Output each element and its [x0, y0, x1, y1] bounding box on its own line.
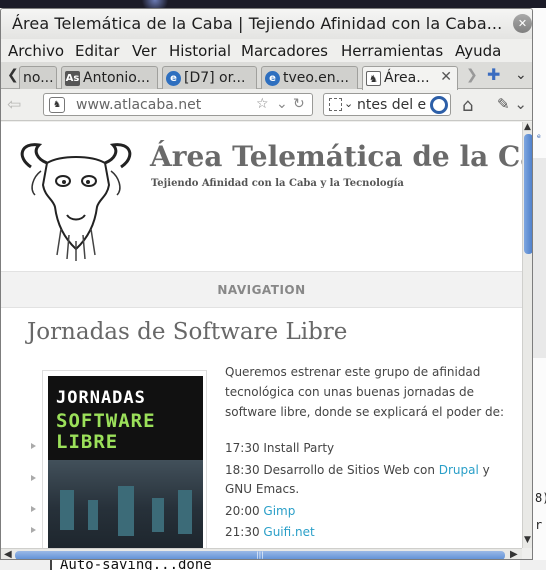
search-go-icon[interactable]: [430, 96, 448, 114]
gnu-head-logo[interactable]: [11, 137, 141, 262]
search-text: ntes del e: [357, 97, 427, 113]
schedule-item: 18:30 Desarrollo de Sitios Web con Drupa…: [225, 463, 490, 477]
tab-scroll-right-icon[interactable]: ❯: [466, 67, 478, 83]
menu-herramientas[interactable]: Herramientas: [341, 42, 443, 60]
browser-window: Área Telemática de la Caba | Tejiendo Af…: [0, 8, 533, 560]
search-bar[interactable]: ⌄ ntes del e: [323, 93, 451, 116]
tab-item[interactable]: e tveo.en...: [261, 66, 358, 89]
tab-label: tveo.en...: [283, 70, 349, 86]
scroll-down-icon[interactable]: ▼: [524, 535, 531, 545]
tab-label: [D7] or...: [184, 70, 246, 86]
tools-icon[interactable]: ✎ ⌄: [497, 95, 527, 113]
new-tab-icon[interactable]: ✚: [487, 65, 500, 84]
url-text: www.atlacaba.net: [76, 97, 202, 113]
poster-line: SOFTWARE: [56, 410, 156, 432]
list-bullet-icon: [31, 527, 37, 533]
page-content: Área Telemática de la Caba Tejiendo Afin…: [1, 122, 522, 548]
schedule-item: 17:30 Install Party: [225, 441, 335, 455]
back-button-icon[interactable]: ⇦: [7, 95, 21, 115]
horizontal-scroll-thumb[interactable]: |||: [15, 551, 505, 559]
event-poster-image[interactable]: JORNADAS SOFTWARE LIBRE: [42, 370, 207, 548]
gnu-icon: ♞: [366, 71, 381, 86]
tab-item[interactable]: As Antonio...: [61, 66, 158, 89]
tab-item[interactable]: no...: [19, 66, 57, 89]
menu-ver[interactable]: Ver: [132, 42, 157, 60]
vertical-scrollbar[interactable]: ▲ ▼: [522, 122, 532, 548]
guifi-link[interactable]: Guifi.net: [263, 525, 314, 539]
url-bar[interactable]: ♞ www.atlacaba.net ☆ ⌄ ↻: [43, 93, 313, 116]
navigation-label: NAVIGATION: [217, 283, 306, 297]
tab-active[interactable]: ♞ Área... ✕: [362, 66, 458, 90]
tab-label: Antonio...: [83, 70, 150, 86]
close-tab-icon[interactable]: ✕: [440, 69, 452, 85]
navigation-toolbar: ⇦ ♞ www.atlacaba.net ☆ ⌄ ↻ ⌄ ntes del e …: [1, 89, 532, 121]
search-engine-dropdown-icon[interactable]: ⌄: [344, 97, 353, 110]
menu-archivo[interactable]: Archivo: [8, 42, 64, 60]
terminal-glyph: r: [535, 518, 543, 532]
schedule-item: GNU Emacs.: [225, 482, 300, 496]
tab-bar: ❮ no... As Antonio... e [D7] or... e tve…: [1, 63, 532, 90]
poster-line: LIBRE: [56, 431, 119, 453]
schedule-item: 20:00 Gimp: [225, 504, 296, 518]
poster-line: JORNADAS: [56, 388, 146, 408]
vertical-scroll-thumb[interactable]: [524, 134, 532, 254]
tab-label: no...: [23, 70, 54, 86]
menu-bar: Archivo Editar Ver Historial Marcadores …: [1, 39, 532, 63]
list-bullet-icon: [31, 475, 37, 481]
tab-label: Área...: [384, 70, 430, 86]
desktop-background-right: e 8) r: [533, 8, 546, 570]
terminal-text: Auto-saving...done: [60, 560, 212, 570]
window-title: Área Telemática de la Caba | Tejiendo Af…: [12, 14, 503, 33]
poster-photo: [48, 460, 203, 548]
url-history-dropdown-icon[interactable]: ⌄: [276, 96, 288, 112]
as-icon: As: [65, 71, 80, 86]
home-icon[interactable]: ⌂: [462, 95, 473, 116]
scroll-right-icon[interactable]: ▶: [510, 549, 518, 559]
horizontal-scrollbar[interactable]: ◀ ||| ▶: [1, 548, 522, 559]
close-window-button[interactable]: ✕: [513, 14, 532, 33]
tab-item[interactable]: e [D7] or...: [162, 66, 257, 89]
site-favicon-icon: ♞: [49, 97, 65, 113]
scroll-up-icon[interactable]: ▲: [524, 122, 531, 132]
schedule-item: 21:30 Guifi.net: [225, 525, 315, 539]
title-bar[interactable]: Área Telemática de la Caba | Tejiendo Af…: [1, 9, 532, 39]
navigation-strip[interactable]: NAVIGATION: [1, 271, 522, 308]
gimp-link[interactable]: Gimp: [263, 504, 295, 518]
list-bullet-icon: [31, 443, 37, 449]
drupal-icon: e: [166, 71, 181, 86]
menu-marcadores[interactable]: Marcadores: [241, 42, 328, 60]
scroll-left-icon[interactable]: ◀: [4, 549, 12, 559]
terminal-glyph: 8): [535, 491, 546, 505]
intro-line: software libre, donde se explicará el po…: [225, 405, 505, 419]
site-slogan: Tejiendo Afinidad con la Caba y la Tecno…: [151, 178, 404, 189]
menu-ayuda[interactable]: Ayuda: [455, 42, 501, 60]
bookmark-star-icon[interactable]: ☆: [256, 96, 269, 112]
drupal-link[interactable]: Drupal: [439, 463, 479, 477]
intro-line: Queremos estrenar este grupo de afinidad: [225, 365, 481, 379]
list-bullet-icon: [31, 506, 37, 512]
site-title[interactable]: Área Telemática de la Caba: [150, 140, 522, 173]
site-header: Área Telemática de la Caba Tejiendo Afin…: [1, 122, 522, 272]
menu-editar[interactable]: Editar: [75, 42, 119, 60]
search-engine-icon[interactable]: [329, 98, 342, 111]
reload-icon[interactable]: ↻: [293, 96, 305, 112]
drupal-icon: e: [265, 71, 280, 86]
terminal-window: Auto-saving...done: [0, 560, 546, 570]
intro-line: tecnológica con unas buenas jornadas de: [225, 385, 475, 399]
menu-historial[interactable]: Historial: [169, 42, 231, 60]
tab-scroll-left-icon[interactable]: ❮: [7, 67, 19, 83]
desktop-background-top: [0, 0, 546, 8]
tab-list-icon[interactable]: ⌄: [515, 67, 527, 83]
article-title[interactable]: Jornadas de Software Libre: [27, 319, 347, 345]
